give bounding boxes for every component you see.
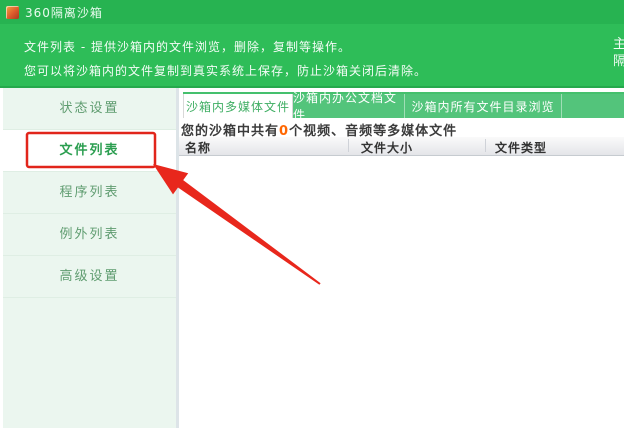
column-header-file-type[interactable]: 文件类型 <box>495 139 547 156</box>
sidebar-item-status-settings[interactable]: 状态设置 <box>3 88 176 130</box>
column-separator <box>348 139 349 152</box>
app-icon <box>6 6 19 19</box>
edge-clipped-text-bottom: 隔 <box>613 54 624 69</box>
header-description-line1: 文件列表 - 提供沙箱内的文件浏览，删除，复制等操作。 <box>24 38 351 55</box>
page-header: 文件列表 - 提供沙箱内的文件浏览，删除，复制等操作。 您可以将沙箱内的文件复制… <box>0 24 624 88</box>
edge-clipped-text-top: 主 <box>613 37 624 52</box>
column-header-name[interactable]: 名称 <box>185 139 211 156</box>
sidebar-nav: 状态设置 文件列表 程序列表 例外列表 高级设置 <box>3 88 176 428</box>
tab-office-document-files[interactable]: 沙箱内办公文档文件 <box>293 94 405 118</box>
app-window: 360隔离沙箱 文件列表 - 提供沙箱内的文件浏览，删除，复制等操作。 您可以将… <box>0 0 624 435</box>
sidebar-item-advanced-settings[interactable]: 高级设置 <box>3 256 176 298</box>
sidebar-item-program-list[interactable]: 程序列表 <box>3 172 176 214</box>
header-description-line2: 您可以将沙箱内的文件复制到真实系统上保存，防止沙箱关闭后清除。 <box>24 62 427 79</box>
tab-multimedia-files[interactable]: 沙箱内多媒体文件 <box>183 94 293 118</box>
title-bar: 360隔离沙箱 <box>0 0 624 24</box>
tab-all-files-directory-browse[interactable]: 沙箱内所有文件目录浏览 <box>405 94 562 118</box>
sidebar-item-file-list[interactable]: 文件列表 <box>3 130 176 172</box>
tab-strip: 沙箱内多媒体文件 沙箱内办公文档文件 沙箱内所有文件目录浏览 <box>183 92 624 118</box>
file-table-header: 名称 文件大小 文件类型 <box>179 137 624 156</box>
sidebar-item-exception-list[interactable]: 例外列表 <box>3 214 176 256</box>
column-header-file-size[interactable]: 文件大小 <box>361 139 413 156</box>
window-title: 360隔离沙箱 <box>25 4 103 21</box>
column-separator <box>485 139 486 152</box>
